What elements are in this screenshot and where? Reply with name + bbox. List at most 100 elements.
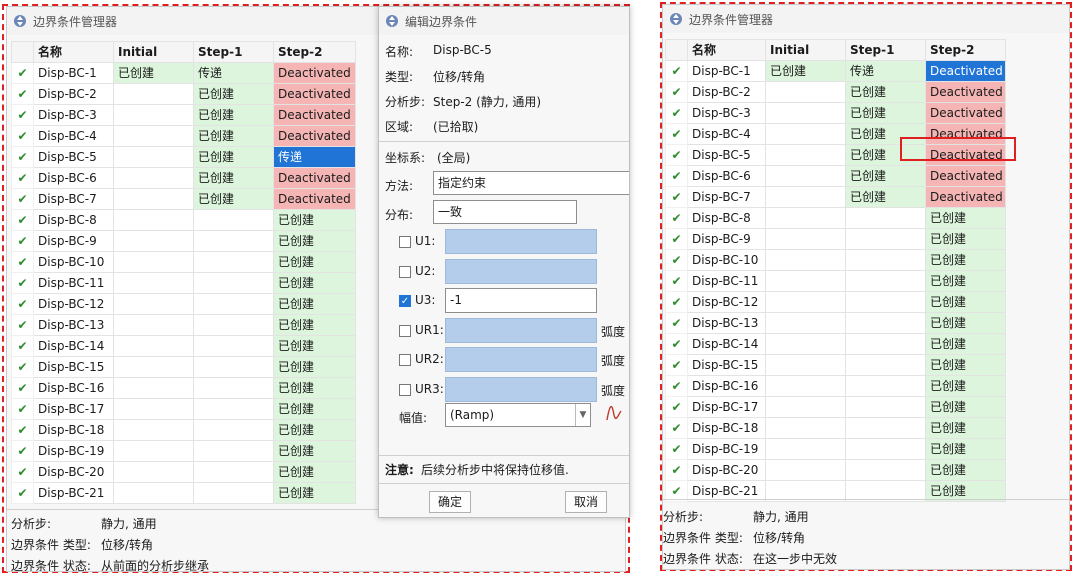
cell-step-1[interactable] (845, 459, 926, 481)
cell-initial[interactable] (113, 188, 194, 210)
cell-name[interactable]: Disp-BC-6 (687, 165, 766, 187)
cell-initial[interactable] (113, 251, 194, 273)
cell-name[interactable]: Disp-BC-18 (33, 419, 114, 441)
chevron-down-icon[interactable]: ▼ (575, 404, 590, 426)
cell-step-2[interactable]: 已创建 (273, 419, 356, 441)
table-row[interactable]: ✔ Disp-BC-5 已创建 传递 (11, 146, 356, 168)
cell-step-2[interactable]: 已创建 (273, 314, 356, 336)
cell-step-2[interactable]: Deactivated (273, 167, 356, 189)
cell-step-2[interactable]: Deactivated (273, 83, 356, 105)
cell-step-1[interactable]: 已创建 (193, 83, 274, 105)
column-header-step-2[interactable]: Step-2 (273, 41, 356, 63)
cell-step-1[interactable] (193, 482, 274, 504)
cell-step-1[interactable] (193, 314, 274, 336)
cell-initial[interactable] (113, 461, 194, 483)
cell-step-1[interactable] (193, 377, 274, 399)
table-row[interactable]: ✔ Disp-BC-7 已创建 Deactivated (11, 188, 356, 210)
cell-name[interactable]: Disp-BC-5 (687, 144, 766, 166)
cell-name[interactable]: Disp-BC-7 (687, 186, 766, 208)
cell-initial[interactable] (765, 165, 846, 187)
cell-initial[interactable] (113, 377, 194, 399)
cell-step-1[interactable] (193, 398, 274, 420)
table-row[interactable]: ✔ Disp-BC-21 已创建 (11, 482, 356, 504)
cell-initial[interactable] (765, 438, 846, 460)
cell-name[interactable]: Disp-BC-12 (687, 291, 766, 313)
cell-step-2[interactable]: Deactivated (925, 186, 1006, 208)
table-row[interactable]: ✔ Disp-BC-8 已创建 (11, 209, 356, 231)
cell-step-2[interactable]: Deactivated (273, 188, 356, 210)
cell-step-2[interactable]: 已创建 (925, 417, 1006, 439)
cell-initial[interactable]: 已创建 (113, 62, 194, 84)
cell-initial[interactable] (765, 228, 846, 250)
dof-value-field[interactable] (445, 229, 597, 254)
cell-step-1[interactable] (193, 335, 274, 357)
cell-name[interactable]: Disp-BC-17 (33, 398, 114, 420)
cell-name[interactable]: Disp-BC-4 (687, 123, 766, 145)
cell-name[interactable]: Disp-BC-8 (687, 207, 766, 229)
cell-step-2[interactable]: 已创建 (925, 249, 1006, 271)
dof-checkbox[interactable]: ✓ (399, 295, 411, 307)
cell-step-2[interactable]: 已创建 (925, 396, 1006, 418)
cell-name[interactable]: Disp-BC-20 (687, 459, 766, 481)
table-row[interactable]: ✔ Disp-BC-13 已创建 (665, 312, 1006, 334)
cell-name[interactable]: Disp-BC-10 (33, 251, 114, 273)
table-row[interactable]: ✔ Disp-BC-18 已创建 (665, 417, 1006, 439)
cell-step-2[interactable]: 已创建 (273, 461, 356, 483)
cell-name[interactable]: Disp-BC-5 (33, 146, 114, 168)
cell-initial[interactable] (113, 230, 194, 252)
cell-step-2[interactable]: 已创建 (925, 438, 1006, 460)
cell-name[interactable]: Disp-BC-9 (33, 230, 114, 252)
cell-step-1[interactable] (845, 207, 926, 229)
table-row[interactable]: ✔ Disp-BC-8 已创建 (665, 207, 1006, 229)
dof-value-field[interactable] (445, 347, 597, 372)
cell-name[interactable]: Disp-BC-11 (33, 272, 114, 294)
cell-step-2[interactable]: 已创建 (925, 459, 1006, 481)
table-row[interactable]: ✔ Disp-BC-15 已创建 (11, 356, 356, 378)
cell-step-1[interactable] (845, 354, 926, 376)
cell-step-2[interactable]: 已创建 (925, 228, 1006, 250)
amplitude-curve-icon[interactable] (605, 405, 623, 423)
table-row[interactable]: ✔ Disp-BC-6 已创建 Deactivated (665, 165, 1006, 187)
cell-step-1[interactable]: 已创建 (193, 146, 274, 168)
dof-checkbox[interactable] (399, 354, 411, 366)
cell-step-1[interactable]: 传递 (845, 60, 926, 82)
cell-step-2[interactable]: 已创建 (273, 356, 356, 378)
cell-step-2[interactable]: 已创建 (925, 312, 1006, 334)
table-row[interactable]: ✔ Disp-BC-20 已创建 (665, 459, 1006, 481)
dof-value-field[interactable] (445, 318, 597, 343)
table-row[interactable]: ✔ Disp-BC-7 已创建 Deactivated (665, 186, 1006, 208)
cell-initial[interactable] (113, 209, 194, 231)
cell-step-1[interactable]: 已创建 (845, 81, 926, 103)
table-row[interactable]: ✔ Disp-BC-19 已创建 (11, 440, 356, 462)
table-row[interactable]: ✔ Disp-BC-16 已创建 (11, 377, 356, 399)
cell-step-2[interactable]: Deactivated (273, 104, 356, 126)
cell-step-1[interactable] (845, 249, 926, 271)
cell-initial[interactable] (113, 419, 194, 441)
cell-initial[interactable] (113, 146, 194, 168)
cell-step-2[interactable]: 已创建 (273, 230, 356, 252)
cell-step-1[interactable]: 传递 (193, 62, 274, 84)
cell-initial[interactable] (765, 81, 846, 103)
cell-step-1[interactable] (845, 333, 926, 355)
table-row[interactable]: ✔ Disp-BC-3 已创建 Deactivated (11, 104, 356, 126)
cell-initial[interactable] (113, 272, 194, 294)
cell-name[interactable]: Disp-BC-1 (33, 62, 114, 84)
cell-name[interactable]: Disp-BC-21 (33, 482, 114, 504)
cell-step-1[interactable] (193, 251, 274, 273)
cell-name[interactable]: Disp-BC-11 (687, 270, 766, 292)
cell-initial[interactable] (765, 312, 846, 334)
cell-initial[interactable] (113, 167, 194, 189)
cell-initial[interactable] (113, 482, 194, 504)
cell-name[interactable]: Disp-BC-3 (33, 104, 114, 126)
table-row[interactable]: ✔ Disp-BC-15 已创建 (665, 354, 1006, 376)
cell-step-1[interactable] (845, 417, 926, 439)
cell-step-2[interactable]: 已创建 (273, 209, 356, 231)
cell-name[interactable]: Disp-BC-16 (687, 375, 766, 397)
cell-name[interactable]: Disp-BC-1 (687, 60, 766, 82)
table-row[interactable]: ✔ Disp-BC-3 已创建 Deactivated (665, 102, 1006, 124)
cell-step-1[interactable]: 已创建 (845, 102, 926, 124)
cell-initial[interactable] (113, 398, 194, 420)
table-row[interactable]: ✔ Disp-BC-10 已创建 (11, 251, 356, 273)
column-header-name[interactable]: 名称 (33, 41, 114, 63)
cell-name[interactable]: Disp-BC-4 (33, 125, 114, 147)
